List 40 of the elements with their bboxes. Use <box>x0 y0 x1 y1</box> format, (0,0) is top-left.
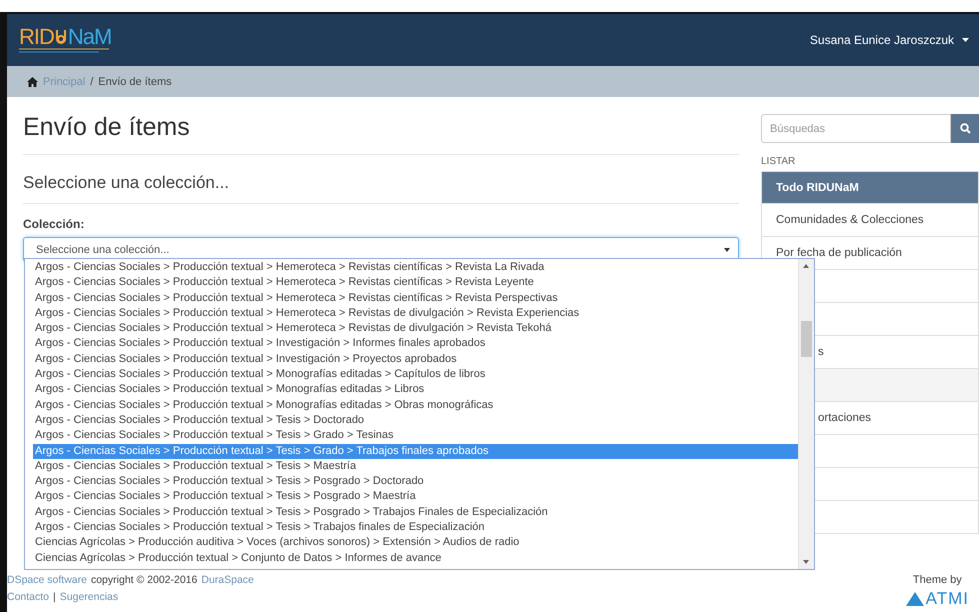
scroll-down-icon[interactable] <box>803 560 809 564</box>
dropdown-option[interactable]: Argos - Ciencias Sociales > Producción textual > Hemeroteca > Revistas científicas > Revista Perspectivas <box>35 290 798 306</box>
search-icon <box>960 123 970 134</box>
dropdown-option[interactable]: Ciencias Agrícolas > Producción textual > Conjunto de Datos > Informes de avance <box>35 550 798 566</box>
dropdown-option[interactable]: Argos - Ciencias Sociales > Producción textual > Tesis > Trabajos finales de Especialización <box>35 520 798 536</box>
logo-icon <box>906 592 924 606</box>
dropdown-option[interactable]: Ciencias Agrícolas > Producción auditiva > Voces (archivos sonoros) > Extensión > Audios de radio <box>35 535 798 551</box>
scroll-up-icon[interactable] <box>803 264 809 268</box>
caret-icon <box>962 38 969 42</box>
link-separator: | <box>53 591 56 603</box>
dropdown-option[interactable]: Argos - Ciencias Sociales > Producción textual > Monografías editadas > Capítulos de libros <box>35 367 798 382</box>
dropdown-option[interactable]: Argos - Ciencias Sociales > Producción textual > Monografías editadas > Libros <box>35 382 798 398</box>
dropdown-option[interactable]: Argos - Ciencias Sociales > Producción textual > Tesis > Maestría <box>35 458 798 474</box>
page-title: Envío de ítems <box>23 113 739 155</box>
copyright-text: copyright © 2002-2016 <box>90 574 198 586</box>
dropdown-option[interactable]: Argos - Ciencias Sociales > Producción textual > Tesis > Posgrado > Trabajos Finales de Especialización <box>35 504 798 520</box>
logo-text: ATMI <box>926 589 969 609</box>
scroll-thumb[interactable] <box>801 321 812 357</box>
dropdown-option[interactable]: Argos - Ciencias Sociales > Producción textual > Hemeroteca > Revistas científicas > Revista Leyente <box>35 275 798 291</box>
search-field[interactable]: Búsquedas <box>761 114 951 143</box>
logo-icon <box>54 27 68 47</box>
dropdown-option[interactable]: Argos - Ciencias Sociales > Producción textual > Tesis > Posgrado > Maestría <box>35 489 798 505</box>
dropdown-option[interactable]: Argos - Ciencias Sociales > Producción textual > Hemeroteca > Revistas de divulgación > Revista Experiencias <box>35 306 798 322</box>
home-icon[interactable] <box>27 76 38 86</box>
breadcrumb-separator: / <box>90 76 94 88</box>
sidebar-item[interactable]: Por fecha de publicación <box>761 237 979 270</box>
user-menu[interactable]: Susana Eunice Jaroszczuk <box>810 33 969 47</box>
caret-icon <box>724 248 730 252</box>
dropdown-option[interactable]: Argos - Ciencias Sociales > Producción textual > Hemeroteca > Revistas de divulgación > Revista Tekohá <box>35 321 798 336</box>
sidebar-item[interactable]: Todo RIDUNaM <box>761 171 979 204</box>
theme-credit: Theme by <box>912 574 962 586</box>
logo-text: NaM <box>68 26 112 48</box>
dropdown-option[interactable]: Argos - Ciencias Sociales > Producción textual > Tesis > Posgrado > Doctorado <box>35 474 798 490</box>
sidebar-heading: LISTAR <box>761 156 796 167</box>
sidebar-item[interactable]: Comunidades & Colecciones <box>761 204 979 237</box>
search-button[interactable] <box>951 114 979 143</box>
field-label: Colección: <box>23 217 86 231</box>
logo-text: RID <box>19 26 54 48</box>
breadcrumb-current: Envío de ítems <box>98 76 172 88</box>
section-title: Seleccione una colección... <box>23 173 739 204</box>
